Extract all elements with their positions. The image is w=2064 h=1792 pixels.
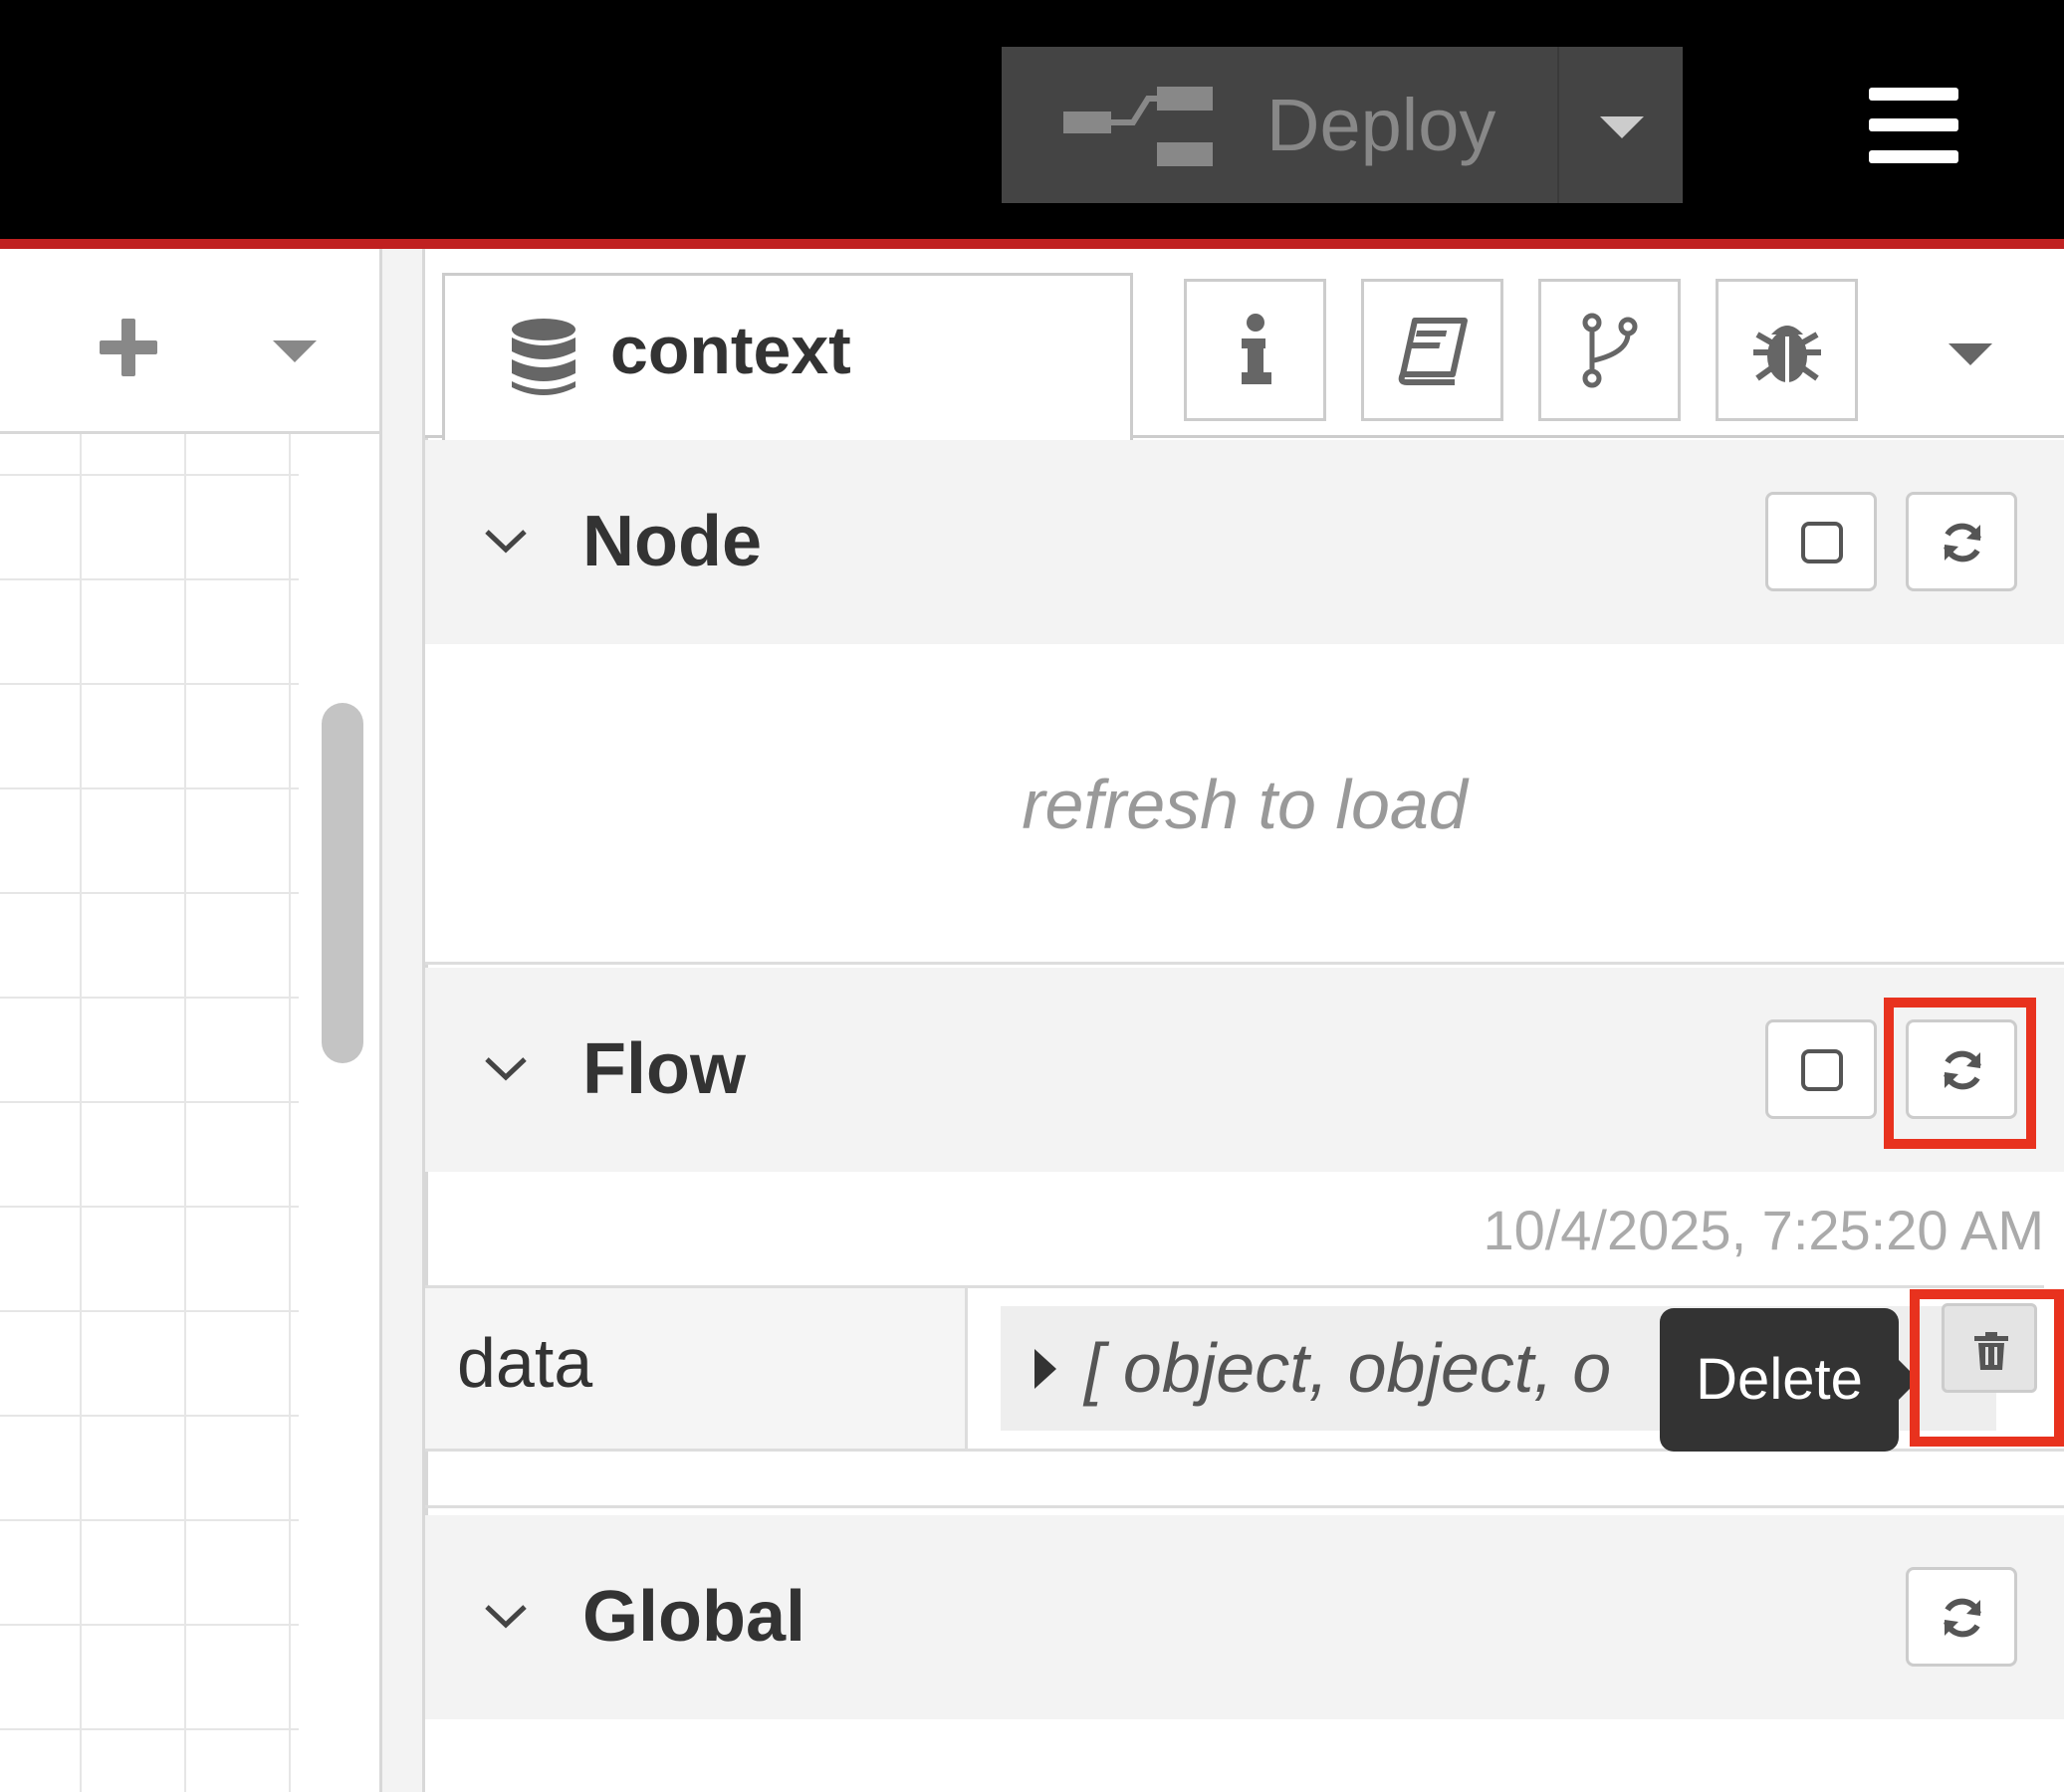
context-key-cell: data (425, 1288, 968, 1449)
section-global-title: Global (582, 1577, 806, 1657)
context-value-text: [ object, object, o (1084, 1329, 1612, 1407)
refresh-icon (1944, 1598, 1981, 1638)
deploy-label: Deploy (1266, 84, 1496, 166)
node-context-body: refresh to load (425, 644, 2064, 965)
node-refresh-button[interactable] (1906, 492, 2017, 591)
sidebar: context Node refresh to load Flow 10/4/2… (425, 249, 2064, 1792)
section-flow-header[interactable]: Flow (425, 968, 2064, 1172)
book-icon (1398, 318, 1468, 385)
section-node-title: Node (582, 502, 762, 581)
tab-context[interactable]: context (442, 273, 1133, 441)
git-branch-icon (1582, 313, 1638, 388)
tooltip-text: Delete (1696, 1347, 1863, 1412)
workspace-tabs-toolbar (0, 249, 380, 434)
section-global-header[interactable]: Global (425, 1515, 2064, 1719)
deploy-flow-icon (1063, 87, 1213, 166)
highlight-box-refresh (1884, 998, 2036, 1149)
info-icon (1242, 314, 1271, 384)
chevron-down-icon (485, 530, 527, 554)
tab-info[interactable] (1184, 279, 1326, 421)
delete-tooltip: Delete (1660, 1308, 1899, 1452)
section-flow-title: Flow (582, 1029, 746, 1109)
refresh-to-load-message: refresh to load (1022, 766, 1468, 843)
tab-debug[interactable] (1716, 279, 1858, 421)
section-divider (425, 1505, 2064, 1508)
caret-down-icon[interactable] (273, 340, 317, 362)
context-key: data (457, 1324, 593, 1402)
caret-down-icon (1600, 116, 1644, 138)
square-icon (1801, 522, 1843, 563)
global-refresh-button[interactable] (1906, 1567, 2017, 1667)
section-node-header[interactable]: Node (425, 440, 2064, 644)
caret-down-icon[interactable] (1949, 343, 1992, 365)
top-header: Deploy (0, 0, 2064, 239)
deploy-menu-button[interactable] (1557, 47, 1683, 203)
expand-triangle-icon[interactable] (1034, 1349, 1056, 1389)
workspace (0, 249, 380, 1792)
node-checkbox-button[interactable] (1765, 492, 1877, 591)
deploy-button[interactable]: Deploy (1002, 47, 1557, 203)
tab-changes[interactable] (1538, 279, 1681, 421)
tab-help[interactable] (1361, 279, 1503, 421)
global-context-body (425, 1719, 2064, 1792)
workspace-scrollbar[interactable] (322, 703, 363, 1063)
database-icon (512, 319, 575, 395)
workspace-canvas-grid[interactable] (0, 434, 299, 1792)
sidebar-resize-handle[interactable] (379, 249, 425, 1792)
square-icon (1801, 1049, 1843, 1091)
chevron-down-icon (485, 1057, 527, 1081)
refresh-icon (1944, 523, 1981, 562)
hamburger-icon[interactable] (1869, 88, 1958, 163)
bug-icon (1753, 326, 1821, 382)
flow-timestamp: 10/4/2025, 7:25:20 AM (425, 1172, 2044, 1288)
sidebar-tabbar: context (425, 249, 2064, 441)
chevron-down-icon (485, 1605, 527, 1629)
plus-icon[interactable] (100, 319, 157, 376)
highlight-box-delete (1910, 1289, 2064, 1447)
flow-checkbox-button[interactable] (1765, 1019, 1877, 1119)
workspace-scroll-track (299, 434, 378, 1792)
tab-context-label: context (610, 313, 851, 388)
header-accent-line (0, 239, 2064, 249)
